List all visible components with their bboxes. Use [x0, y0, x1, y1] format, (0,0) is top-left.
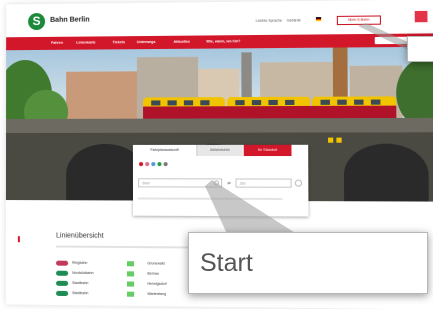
nav-item-aktuelles[interactable]: Aktuelles — [174, 40, 190, 44]
swap-icon[interactable]: ⇄ — [227, 180, 230, 185]
login-button[interactable]: Mein S-Bahn — [336, 15, 381, 26]
journey-planner: Fahrplanauskunft Abfahrtsinfo Ihr Stando… — [132, 144, 309, 217]
line-badge — [56, 270, 69, 276]
logo-icon[interactable]: S — [28, 12, 46, 31]
line-number-badge — [126, 291, 135, 297]
line-label: Stadtbahn — [72, 280, 89, 286]
section-marker — [17, 236, 20, 243]
tab-location[interactable]: Ihr Standort — [243, 144, 292, 157]
brand-name[interactable]: Bahn Berlin — [50, 16, 89, 23]
dot-icon — [151, 162, 156, 167]
search-icon[interactable] — [294, 179, 303, 187]
line-destination: Wartenberg — [147, 291, 166, 297]
dot-icon — [145, 162, 150, 167]
german-flag-icon[interactable] — [315, 17, 322, 22]
widget-hint-bar — [138, 195, 293, 200]
to-placeholder: Ziel — [239, 181, 246, 186]
nav-item-unterwegs[interactable]: Unterwegs — [137, 40, 156, 44]
line-label: Stadtbahn — [72, 291, 89, 296]
section-title: Linienübersicht — [56, 232, 104, 240]
locate-icon[interactable] — [213, 180, 220, 186]
menu-icon[interactable] — [414, 10, 428, 23]
util-link-sign-language[interactable]: Gebärde — [287, 18, 301, 22]
callout-start-label: Start — [200, 249, 253, 277]
line-label: Nordsüdbahn — [72, 270, 94, 276]
header: S Bahn Berlin Leichte Sprache Gebärde Me… — [6, 0, 433, 38]
dot-icon — [139, 162, 144, 167]
nav-item-linienkarte[interactable]: Linienkarte — [76, 40, 95, 44]
screenshot-stage: S Bahn Berlin Leichte Sprache Gebärde Me… — [0, 0, 433, 309]
nav-item-fahren[interactable]: Fahren — [51, 41, 63, 45]
from-field[interactable]: Start — [138, 178, 223, 188]
line-destination: Bernau — [147, 271, 159, 276]
to-field[interactable]: Ziel — [235, 178, 292, 188]
from-placeholder: Start — [142, 181, 150, 186]
tab-journey-planner[interactable]: Fahrplanauskunft — [132, 144, 197, 157]
dot-icon — [163, 162, 168, 167]
line-badge — [56, 280, 69, 286]
line-number-badge — [126, 271, 135, 277]
tab-departures[interactable]: Abfahrtsinfo — [196, 144, 243, 157]
zoom-callout-start: Start — [188, 232, 428, 294]
line-badge — [56, 260, 69, 266]
line-badge — [56, 290, 69, 297]
line-destination: Grunewald — [147, 261, 165, 266]
nav-item-tickets[interactable]: Tickets — [113, 40, 125, 44]
line-number-badge — [126, 281, 135, 287]
util-link-easy-language[interactable]: Leichte Sprache — [256, 19, 282, 23]
line-number-badge — [126, 261, 135, 267]
line-label: Ringbahn — [72, 260, 88, 265]
zoom-callout-login — [407, 36, 433, 62]
dot-icon — [157, 162, 162, 167]
nav-item-wie-wann-wo[interactable]: Wie, wann, wo hin? — [206, 39, 240, 43]
line-destination: Hennigsdorf — [147, 281, 167, 286]
